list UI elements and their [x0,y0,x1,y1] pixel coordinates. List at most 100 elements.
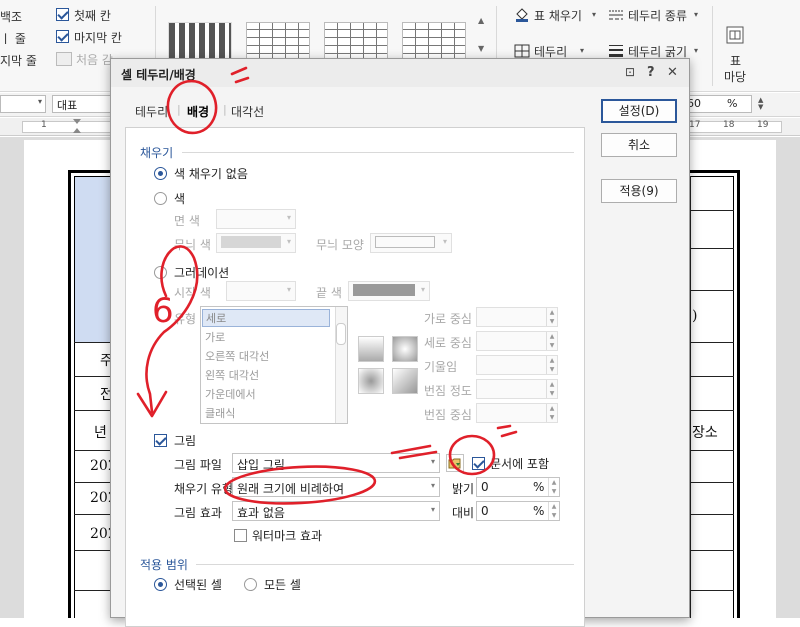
picture-effect-select[interactable]: 효과 없음 ▾ [232,501,440,521]
table-style-grid-3[interactable] [402,22,466,62]
color-label: 색 [174,192,186,206]
first-column-label: 첫째 칸 [74,9,111,23]
dialog-info-icon[interactable]: ⊡ [625,65,635,79]
table-style-grid-2[interactable] [324,22,388,62]
gradation-radio[interactable] [154,266,167,279]
tab-border[interactable]: 테두리 [135,103,168,120]
list-scroll-thumb[interactable] [336,323,346,345]
selected-cells-label: 선택된 셀 [174,578,222,592]
blur-center-input[interactable]: ▲ ▼ [476,403,558,423]
ribbon-separator [712,6,713,86]
border-type-icon[interactable] [608,8,624,22]
background-tab-panel: 채우기 색 채우기 없음 색 면 색 ▾ 무늬 색 ▾ 무늬 모양 ▾ 그러데이… [125,127,585,627]
first-column-checkbox[interactable] [56,8,69,21]
picture-checkbox[interactable] [154,434,167,447]
style-scroll-up-icon[interactable]: ▲ [478,16,484,25]
end-color-picker[interactable]: ▾ [348,281,430,301]
first-row-label: 처음 감 [76,53,113,67]
ribbon-item[interactable]: ㅣ 줄 [0,30,26,47]
table-margin-icon[interactable] [726,26,744,44]
border-grid-icon[interactable] [514,44,530,58]
table-style-grid-1[interactable] [246,22,310,62]
style-combo[interactable]: 대표 [52,95,112,113]
watermark-checkbox[interactable] [234,529,247,542]
gradient-preview-1[interactable] [358,336,384,362]
tab-divider: | [177,103,181,116]
v-center-input[interactable]: ▲ ▼ [476,331,558,351]
start-color-picker[interactable]: ▾ [226,281,296,301]
list-item[interactable]: 클래식 [205,405,235,421]
browse-folder-icon[interactable] [446,454,464,472]
gradient-type-list[interactable]: 세로 가로 오른쪽 대각선 왼쪽 대각선 가운데에서 클래식 [200,306,348,424]
table-style-plain[interactable] [168,22,232,62]
dialog-title-bar[interactable]: 셀 테두리/배경 ⊡ ? ✕ [111,59,689,87]
list-item[interactable]: 오른쪽 대각선 [205,348,269,364]
last-column-checkbox[interactable] [56,30,69,43]
contrast-value: 0 [481,504,489,518]
pattern-color-picker[interactable]: ▾ [216,233,296,253]
list-item[interactable]: 가로 [205,329,225,345]
ok-button[interactable]: 설정(D) [601,99,677,123]
list-item[interactable]: 세로 [202,309,330,327]
ruler-number: 18 [723,120,735,130]
ribbon-item[interactable]: 백조 [0,8,22,25]
contrast-input[interactable]: 0 % ▲ ▼ [476,501,560,521]
list-item[interactable]: 가운데에서 [205,386,256,402]
gradient-preview-3[interactable] [358,368,384,394]
zoom-spinner-icon[interactable]: ▲ ▼ [758,97,763,111]
v-center-label: 세로 중심 [424,336,472,350]
picture-file-field[interactable]: 삽입 그림 ▾ [232,453,440,473]
all-cells-radio[interactable] [244,578,257,591]
table-cell[interactable]: 년 [94,422,107,442]
table-cell[interactable]: ) [692,308,697,324]
gradient-type-label: 유형 [174,312,197,326]
blur-degree-input[interactable]: ▲ ▼ [476,379,558,399]
help-icon[interactable]: ? [647,65,655,80]
selected-cells-radio[interactable] [154,578,167,591]
ribbon-item[interactable]: 지막 줄 [0,52,37,69]
font-size-combo[interactable]: ▾ [0,95,46,113]
style-scroll-down-icon[interactable]: ▼ [478,44,484,53]
gradient-preview-4[interactable] [392,368,418,394]
fill-type-select[interactable]: 원래 크기에 비례하여 ▾ [232,477,440,497]
pattern-shape-swatch [375,236,435,248]
face-color-picker[interactable]: ▾ [216,209,296,229]
chevron-down-icon[interactable]: ▾ [592,10,596,19]
cancel-button[interactable]: 취소 [601,133,677,157]
section-divider [196,564,574,565]
contrast-label: 대비 [452,506,475,520]
embed-in-document-checkbox[interactable] [472,457,485,470]
pattern-shape-picker[interactable]: ▾ [370,233,452,253]
chevron-down-icon[interactable]: ▾ [694,46,698,55]
gradient-preview-2[interactable] [392,336,418,362]
table-cell[interactable]: 장소 [692,422,718,442]
indent-marker-icon[interactable] [73,119,81,133]
brightness-value: 0 [481,480,489,494]
fill-section-title: 채우기 [140,146,174,160]
h-center-label: 가로 중심 [424,312,472,326]
table-fill-button[interactable]: 표 채우기 [534,7,582,24]
no-fill-radio[interactable] [154,167,167,180]
chevron-down-icon[interactable]: ▾ [694,10,698,19]
h-center-input[interactable]: ▲ ▼ [476,307,558,327]
brightness-input[interactable]: 0 % ▲ ▼ [476,477,560,497]
tilt-input[interactable]: ▲ ▼ [476,355,558,375]
pattern-color-swatch [221,236,281,248]
fill-bucket-icon[interactable] [514,8,530,22]
border-type-button[interactable]: 테두리 종류 [628,7,687,24]
section-divider [182,152,574,153]
color-radio[interactable] [154,192,167,205]
ruler-number: 17 [689,120,701,130]
ruler-number: 19 [757,120,769,130]
tab-background[interactable]: 배경 [187,103,209,120]
tilt-label: 기울임 [424,360,458,374]
list-item[interactable]: 왼쪽 대각선 [205,367,259,383]
close-icon[interactable]: ✕ [667,65,678,80]
zoom-unit: % [727,97,738,110]
zoom-combo[interactable]: 60 % [682,95,752,113]
chevron-down-icon[interactable]: ▾ [580,46,584,55]
apply-button[interactable]: 적용(9) [601,179,677,203]
tab-diagonal[interactable]: 대각선 [231,103,264,120]
border-width-icon[interactable] [608,44,624,58]
table-margin-label-2[interactable]: 마당 [724,68,746,85]
